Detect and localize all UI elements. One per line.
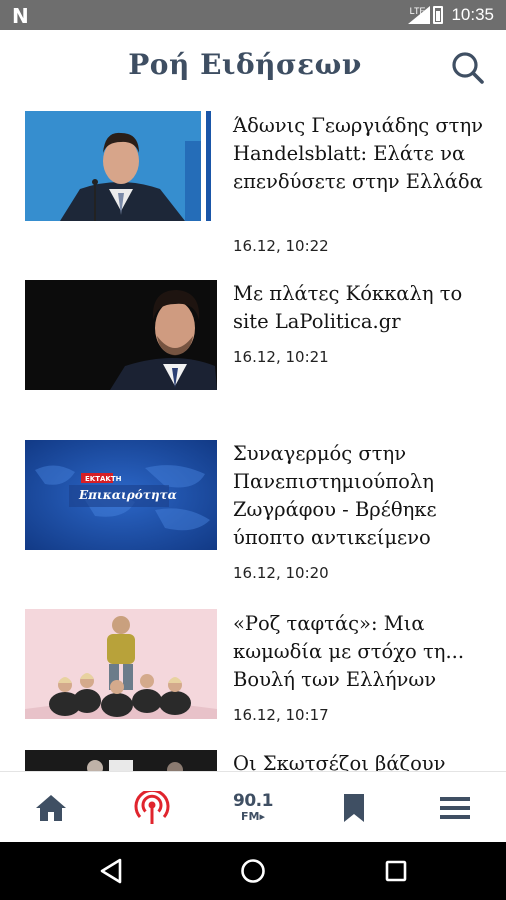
article-item[interactable]: Οι Σκωτσέζοι βάζουν — [0, 746, 506, 771]
article-item[interactable]: «Ροζ ταφτάς»: Μια κωμωδία με στόχο τη...… — [0, 606, 506, 756]
article-thumbnail[interactable] — [25, 750, 217, 771]
article-headline[interactable]: Οι Σκωτσέζοι βάζουν — [233, 750, 495, 771]
battery-icon — [433, 6, 444, 24]
android-navigation-bar — [0, 842, 506, 900]
signal-icon — [407, 6, 430, 24]
recents-icon — [385, 860, 407, 882]
article-headline[interactable]: Άδωνις Γεωργιάδης στην Handelsblatt: Ελά… — [233, 112, 495, 196]
home-button[interactable] — [223, 842, 283, 900]
nav-home[interactable] — [21, 772, 81, 843]
home-icon — [36, 794, 66, 821]
image-caption: Επικαιρότητα — [78, 488, 177, 502]
bottom-navigation: 90.1 FM▸ — [0, 771, 506, 842]
article-item[interactable]: ΕΚΤΑΚΤΗ Επικαιρότητα Συναγερμός στην Παν… — [0, 436, 506, 606]
nav-radio-901[interactable]: 90.1 FM▸ — [223, 772, 283, 843]
bookmark-icon — [344, 793, 364, 822]
article-thumbnail[interactable] — [25, 111, 217, 221]
radio-fm: FM▸ — [241, 810, 265, 823]
article-datetime: 16.12, 10:21 — [233, 348, 329, 366]
status-bar: N LTE 10:35 — [0, 0, 506, 30]
radio-901-icon: 90.1 FM▸ — [233, 791, 273, 823]
news-feed[interactable]: Άδωνις Γεωργιάδης στην Handelsblatt: Ελά… — [0, 106, 506, 771]
nav-live-radio[interactable] — [122, 772, 182, 843]
back-button[interactable] — [81, 842, 141, 900]
article-item[interactable]: Άδωνις Γεωργιάδης στην Handelsblatt: Ελά… — [0, 106, 506, 266]
article-thumbnail[interactable]: ΕΚΤΑΚΤΗ Επικαιρότητα — [25, 440, 217, 550]
app-notification-icon: N — [12, 4, 29, 28]
back-icon — [100, 858, 122, 884]
nav-bookmarks[interactable] — [324, 772, 384, 843]
search-icon — [452, 52, 484, 84]
search-button[interactable] — [448, 48, 488, 88]
menu-icon — [440, 796, 470, 819]
article-datetime: 16.12, 10:22 — [233, 237, 329, 255]
article-thumbnail[interactable] — [25, 280, 217, 390]
page-title: Ροή Ειδήσεων — [128, 48, 362, 81]
article-headline[interactable]: Συναγερμός στην Πανεπιστημιούπολη Ζωγράφ… — [233, 440, 495, 552]
clock: 10:35 — [451, 5, 494, 24]
recents-button[interactable] — [366, 842, 426, 900]
article-thumbnail[interactable] — [25, 609, 217, 719]
app-header: Ροή Ειδήσεων — [0, 30, 506, 106]
article-headline[interactable]: «Ροζ ταφτάς»: Μια κωμωδία με στόχο τη...… — [233, 610, 495, 694]
live-radio-icon — [134, 790, 170, 824]
article-datetime: 16.12, 10:17 — [233, 706, 329, 724]
article-item[interactable]: Με πλάτες Κόκκαλη το site LaPolitica.gr … — [0, 276, 506, 436]
radio-number: 90.1 — [233, 791, 273, 811]
article-datetime: 16.12, 10:20 — [233, 564, 329, 582]
image-caption-small: ΕΚΤΑΚΤΗ — [85, 475, 122, 483]
nav-menu[interactable] — [425, 772, 485, 843]
article-headline[interactable]: Με πλάτες Κόκκαλη το site LaPolitica.gr — [233, 280, 495, 336]
home-circle-icon — [241, 859, 265, 883]
